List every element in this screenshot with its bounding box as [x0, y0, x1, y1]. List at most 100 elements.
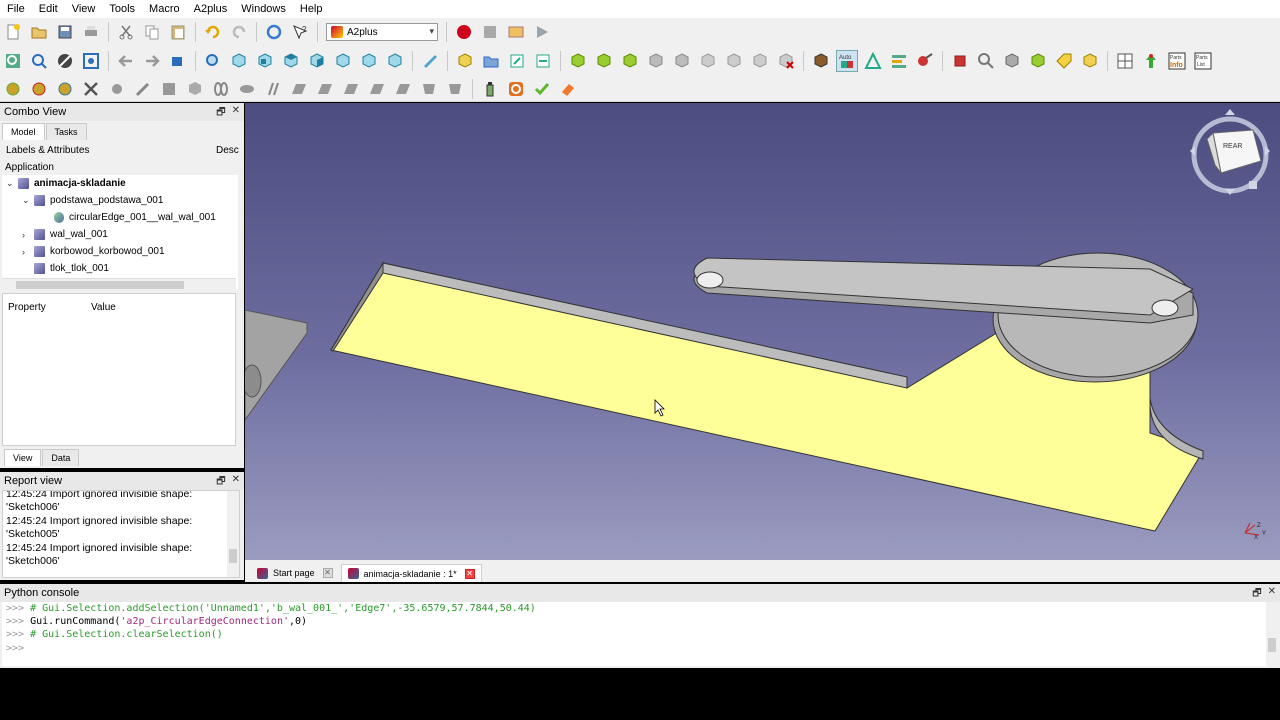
tab-model[interactable]: Model — [2, 123, 45, 140]
tab-tasks[interactable]: Tasks — [45, 123, 87, 140]
constraint-center-icon[interactable] — [749, 50, 771, 72]
tab-view[interactable]: View — [4, 449, 42, 466]
menu-help[interactable]: Help — [293, 0, 330, 18]
fit-selection-icon[interactable] — [28, 50, 50, 72]
whats-this-icon[interactable]: ? — [289, 21, 311, 43]
tree-item[interactable]: tlok_tlok_001 — [34, 263, 109, 274]
flip-direction-icon[interactable] — [862, 50, 884, 72]
float-panel-icon[interactable]: 🗗 — [1252, 586, 1261, 603]
workbench-selector[interactable]: A2plus ▾ — [326, 23, 438, 41]
menu-tools[interactable]: Tools — [102, 0, 142, 18]
tag-icon[interactable] — [1053, 50, 1075, 72]
scrollbar-thumb[interactable] — [229, 549, 237, 563]
menu-file[interactable]: File — [0, 0, 32, 18]
tab-data[interactable]: Data — [42, 449, 80, 466]
save-icon[interactable] — [54, 21, 76, 43]
plane-a-icon[interactable] — [288, 78, 310, 100]
plane-f-icon[interactable] — [418, 78, 440, 100]
chevron-down-icon[interactable]: ⌄ — [6, 178, 18, 189]
menu-a2plus[interactable]: A2plus — [187, 0, 235, 18]
refresh-icon[interactable] — [263, 21, 285, 43]
convert-part-icon[interactable] — [1079, 50, 1101, 72]
undo-icon[interactable] — [202, 21, 224, 43]
macro-edit-icon[interactable] — [505, 21, 527, 43]
print-icon[interactable] — [80, 21, 102, 43]
menu-edit[interactable]: Edit — [32, 0, 65, 18]
tree-item[interactable]: › wal_wal_001 — [22, 229, 108, 240]
measure-icon[interactable] — [419, 50, 441, 72]
view-left-icon[interactable] — [384, 50, 406, 72]
plane-d-icon[interactable] — [366, 78, 388, 100]
toggle-transparency-icon[interactable] — [888, 50, 910, 72]
search-icon[interactable] — [975, 50, 997, 72]
scrollbar-thumb[interactable] — [1268, 638, 1276, 652]
close-tab-icon[interactable]: ✕ — [464, 568, 475, 579]
constraint-gears-3-icon[interactable] — [54, 78, 76, 100]
forward-arrow-icon[interactable] — [141, 50, 163, 72]
plane-c-icon[interactable] — [340, 78, 362, 100]
isolate-part-icon[interactable] — [1001, 50, 1023, 72]
sync-view-icon[interactable] — [167, 50, 189, 72]
pen-icon[interactable] — [132, 78, 154, 100]
solve-icon[interactable] — [810, 50, 832, 72]
constraint-point-icon[interactable] — [567, 50, 589, 72]
sphere-icon[interactable] — [106, 78, 128, 100]
python-console-output[interactable]: >>> # Gui.Selection.addSelection('Unname… — [2, 602, 1266, 666]
tab-animacja-skladanie[interactable]: animacja-skladanie : 1* ✕ — [340, 564, 482, 582]
view-bottom-icon[interactable] — [358, 50, 380, 72]
parts-list-icon[interactable]: Parts List — [1192, 50, 1214, 72]
cube-icon[interactable] — [184, 78, 206, 100]
touch-parts-icon[interactable] — [1027, 50, 1049, 72]
view-front-icon[interactable] — [254, 50, 276, 72]
chevron-right-icon[interactable]: › — [22, 230, 34, 240]
3d-viewport[interactable]: Z Y X REAR — [245, 103, 1280, 560]
constraint-angle-icon[interactable] — [697, 50, 719, 72]
disc-icon[interactable] — [236, 78, 258, 100]
report-vertical-scrollbar[interactable] — [227, 491, 239, 577]
console-vertical-scrollbar[interactable] — [1266, 602, 1278, 666]
update-parts-icon[interactable] — [532, 50, 554, 72]
checkmark-icon[interactable] — [531, 78, 553, 100]
bottle-icon[interactable] — [479, 78, 501, 100]
bounding-box-icon[interactable] — [80, 50, 102, 72]
close-panel-icon[interactable]: ✕ — [1268, 586, 1276, 603]
view-rear-icon[interactable] — [332, 50, 354, 72]
redo-icon[interactable] — [228, 21, 250, 43]
macro-stop-icon[interactable] — [479, 21, 501, 43]
plane-e-icon[interactable] — [392, 78, 414, 100]
menu-macro[interactable]: Macro — [142, 0, 187, 18]
copy-icon[interactable] — [141, 21, 163, 43]
open-folder-icon[interactable] — [480, 50, 502, 72]
close-panel-icon[interactable]: ✕ — [232, 474, 240, 491]
delete-constraints-icon[interactable] — [775, 50, 797, 72]
rings-icon[interactable] — [210, 78, 232, 100]
edit-part-icon[interactable] — [506, 50, 528, 72]
macro-run-icon[interactable] — [531, 21, 553, 43]
tree-item[interactable]: ⌄ animacja-skladanie — [6, 178, 126, 189]
add-part-icon[interactable] — [454, 50, 476, 72]
zoom-icon[interactable] — [202, 50, 224, 72]
constraint-circular-icon[interactable] — [619, 50, 641, 72]
macro-record-icon[interactable] — [453, 21, 475, 43]
tab-start-page[interactable]: Start page ✕ — [251, 564, 339, 582]
bom-icon[interactable] — [1114, 50, 1136, 72]
navigation-cube[interactable]: REAR — [1190, 109, 1270, 195]
eraser-icon[interactable] — [557, 78, 579, 100]
constraint-sphere-icon[interactable] — [723, 50, 745, 72]
tree-item[interactable]: circularEdge_001__wal_wal_001 — [54, 212, 216, 223]
scrollbar-thumb[interactable] — [16, 281, 184, 289]
float-panel-icon[interactable]: 🗗 — [216, 474, 225, 491]
plane-g-icon[interactable] — [444, 78, 466, 100]
box-icon[interactable] — [158, 78, 180, 100]
fit-all-icon[interactable] — [2, 50, 24, 72]
plane-b-icon[interactable] — [314, 78, 336, 100]
view-isometric-icon[interactable] — [228, 50, 250, 72]
menu-view[interactable]: View — [65, 0, 103, 18]
draw-style-icon[interactable] — [54, 50, 76, 72]
show-connected-icon[interactable] — [949, 50, 971, 72]
console-input-line[interactable]: >>> — [6, 643, 24, 654]
recompute-icon[interactable] — [505, 78, 527, 100]
view-right-icon[interactable] — [306, 50, 328, 72]
constraint-gears-1-icon[interactable] — [2, 78, 24, 100]
menu-windows[interactable]: Windows — [234, 0, 293, 18]
